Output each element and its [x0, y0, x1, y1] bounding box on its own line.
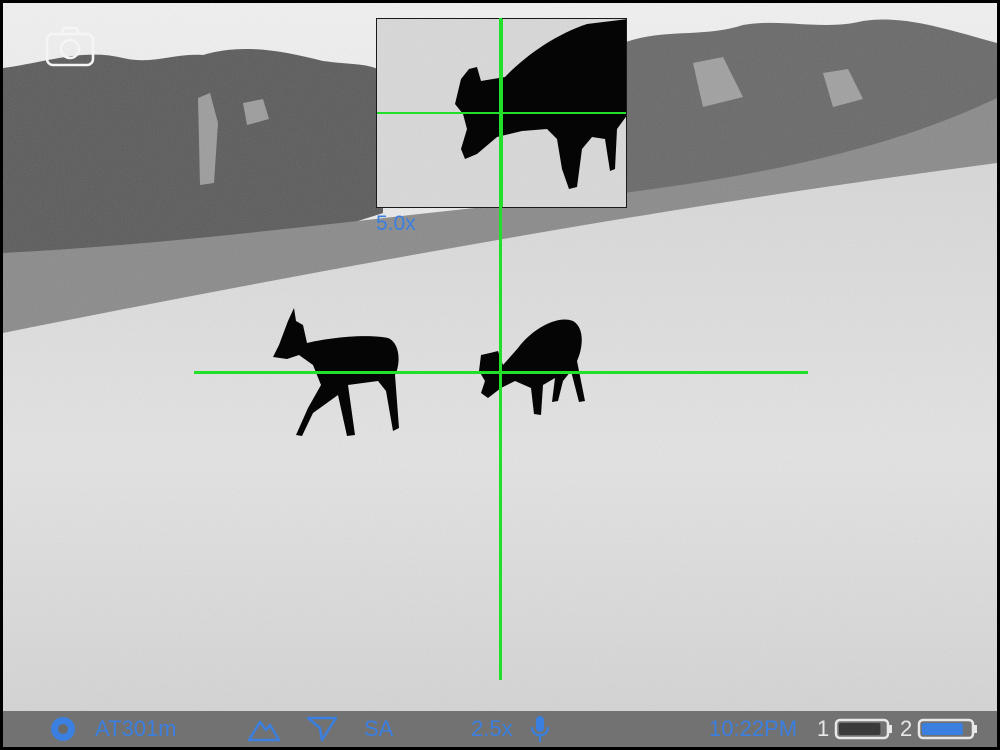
- status-bar: AT301m SA 2.5x 10:22PM 1 2: [3, 711, 997, 747]
- battery-2-label: 2: [900, 716, 913, 741]
- battery-1-icon: [833, 711, 895, 747]
- reticle-vertical: [499, 18, 502, 680]
- battery-1-label: 1: [817, 716, 830, 741]
- clock: 10:22PM: [709, 716, 798, 741]
- pip-zoom-label: 5.0x: [376, 212, 416, 235]
- mode-indicator: SA: [364, 716, 394, 741]
- camera-icon[interactable]: [45, 25, 95, 67]
- battery-2-icon: [916, 711, 978, 747]
- mountain-icon: [247, 711, 281, 747]
- record-circle-icon[interactable]: [49, 711, 77, 747]
- zoom-level: 2.5x: [471, 716, 513, 741]
- thermal-scope-screen: 5.0x AT301m SA 2.5x 10:22PM 1 2: [0, 0, 1000, 750]
- navigation-arrow-icon: [305, 711, 339, 747]
- microphone-icon[interactable]: [529, 711, 551, 747]
- range-readout: AT301m: [95, 716, 177, 741]
